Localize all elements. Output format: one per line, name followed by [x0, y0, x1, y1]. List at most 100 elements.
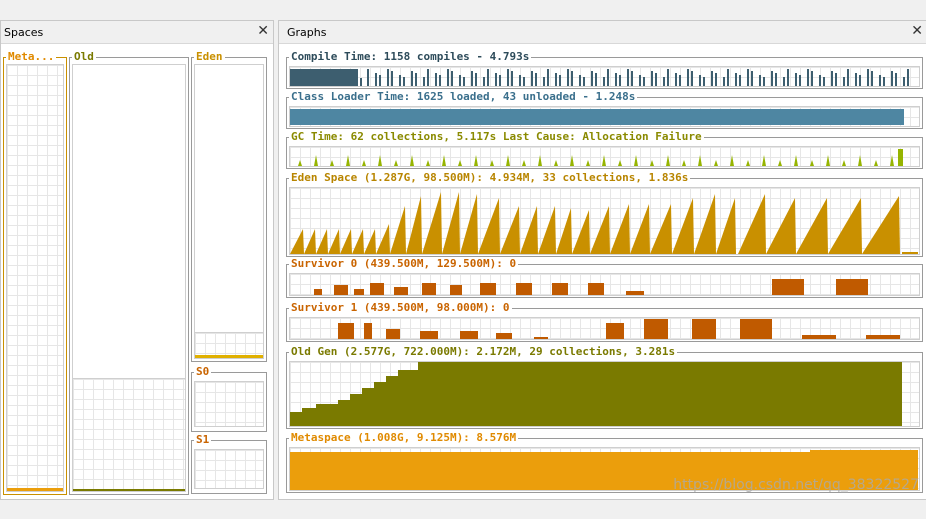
survivor-block [516, 283, 532, 295]
gc-spike [618, 160, 622, 166]
gc-spike [730, 155, 734, 166]
survivor-block [802, 335, 836, 339]
gc-spike [842, 160, 846, 166]
compile-bar [399, 75, 401, 86]
compile-bar [643, 77, 645, 86]
old-box: Old [69, 50, 189, 495]
compile-bar [483, 77, 485, 86]
metaspace-label: Metaspace (1.008G, 9.125M): 8.576M [289, 431, 519, 444]
gc-spike [346, 155, 350, 166]
gc-spike [898, 149, 903, 166]
compile-bar [519, 75, 521, 86]
survivor-block [692, 319, 716, 339]
survivor-block [450, 285, 462, 295]
eden-tooth [796, 198, 828, 254]
compile-bar [543, 77, 545, 86]
s1-box-label: S1 [194, 433, 212, 446]
eden-tooth [376, 224, 390, 254]
eden-tooth [422, 192, 442, 254]
eden-tooth [352, 229, 364, 254]
metaspace-grid [6, 64, 64, 492]
compile-bar [523, 77, 525, 86]
compile-bar [903, 77, 905, 86]
old-gen-panel: Old Gen (2.577G, 722.000M): 2.172M, 29 c… [286, 345, 923, 429]
s0-box: S0 [191, 365, 267, 432]
spaces-pane-header: Spaces ✕ [1, 21, 273, 44]
compile-bar [831, 71, 833, 86]
gc-spike [778, 160, 782, 166]
gc-spike [698, 155, 702, 166]
compile-bar [555, 73, 557, 86]
compile-bar [703, 77, 705, 86]
compile-bar [415, 73, 417, 86]
compile-bar [715, 73, 717, 86]
compile-bar [787, 69, 789, 86]
survivor-block [370, 283, 384, 295]
spaces-pane: Spaces ✕ Meta... Old Eden S0 S1 [0, 20, 274, 500]
eden-upper-grid [194, 64, 264, 334]
compile-bar [835, 73, 837, 86]
eden-tooth [650, 204, 672, 254]
eden-tooth [520, 206, 538, 254]
compile-bar [871, 71, 873, 86]
eden-tooth [862, 196, 900, 254]
survivor0-panel: Survivor 0 (439.500M, 129.500M): 0 [286, 257, 923, 298]
compile-bar [507, 69, 509, 86]
eden-box: Eden [191, 50, 267, 362]
old-upper-grid [72, 64, 186, 380]
survivor1-panel: Survivor 1 (439.500M, 98.000M): 0 [286, 301, 923, 342]
survivor-block [364, 323, 372, 339]
compile-bar [735, 73, 737, 86]
survivor1-graph [289, 317, 920, 340]
close-icon[interactable]: ✕ [257, 23, 269, 39]
compile-bar [499, 75, 501, 86]
gc-spike [362, 160, 366, 166]
compile-bar [435, 73, 437, 86]
close-icon[interactable]: ✕ [911, 23, 923, 39]
compile-bar [655, 73, 657, 86]
old-gen-area [290, 362, 902, 426]
eden-tooth [556, 208, 572, 254]
old-grid [72, 378, 186, 492]
compile-bar [583, 77, 585, 86]
compile-bar [691, 71, 693, 86]
compile-bar [411, 71, 413, 86]
compile-bar [535, 73, 537, 86]
gc-spike [506, 155, 510, 166]
compile-bar [475, 73, 477, 86]
gc-spike [890, 155, 894, 166]
compile-bar [823, 77, 825, 86]
eden-tooth [290, 229, 304, 254]
compile-bar [459, 75, 461, 86]
compile-bar [487, 69, 489, 86]
compile-bar [631, 71, 633, 86]
compile-bar [639, 75, 641, 86]
eden-tooth [902, 252, 918, 254]
survivor-block [606, 323, 624, 339]
gc-spike [458, 160, 462, 166]
class-loader-panel: Class Loader Time: 1625 loaded, 43 unloa… [286, 90, 923, 129]
s1-box: S1 [191, 433, 267, 494]
survivor1-label: Survivor 1 (439.500M, 98.000M): 0 [289, 301, 512, 314]
survivor-block [314, 289, 322, 295]
compile-bar [511, 71, 513, 86]
compile-bar [771, 71, 773, 86]
eden-tooth [630, 204, 650, 254]
eden-grid [194, 332, 264, 359]
eden-tooth [406, 196, 422, 254]
eden-fill [195, 355, 263, 358]
survivor-block [480, 283, 496, 295]
compile-bar [895, 73, 897, 86]
compile-bar [907, 69, 909, 86]
survivor-block [420, 331, 438, 339]
compile-bar [651, 71, 653, 86]
compile-bar [423, 77, 425, 86]
compile-bar [615, 73, 617, 86]
compile-bar [447, 69, 449, 86]
spaces-pane-title: Spaces [4, 26, 44, 39]
compile-bar [619, 75, 621, 86]
survivor-block [460, 331, 478, 339]
compile-bar [547, 69, 549, 86]
compile-bar [387, 69, 389, 86]
gc-spike [538, 155, 542, 166]
